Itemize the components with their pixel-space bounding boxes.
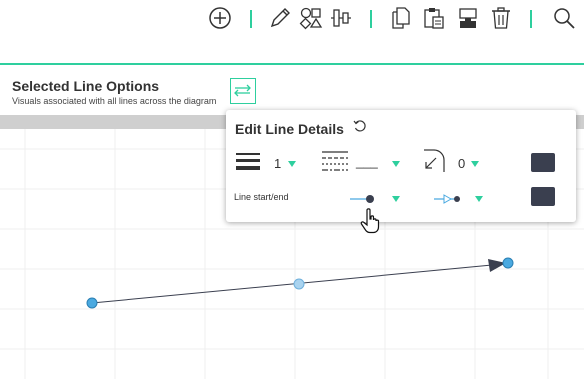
line-arrows-icon (234, 84, 251, 97)
align-distribute-icon[interactable] (329, 6, 353, 30)
toolbar-separator (250, 10, 252, 28)
copy-icon[interactable] (388, 6, 412, 30)
paste-icon[interactable] (422, 6, 446, 30)
toolbar-separator (370, 10, 372, 28)
edit-line-details-popup: Edit Line Details 1 ___ 0 Line start/end (226, 110, 576, 222)
panel-subtitle: Visuals associated with all lines across… (12, 96, 217, 106)
line-weight-dropdown-caret[interactable] (288, 161, 296, 167)
line-start-dropdown-caret[interactable] (392, 196, 400, 202)
line-end-arrow-icon[interactable] (434, 192, 462, 206)
toolbar-separator (530, 10, 532, 28)
corner-radius-dropdown-caret[interactable] (471, 161, 479, 167)
top-toolbar (0, 0, 584, 64)
line-weight-value[interactable]: 1 (274, 156, 281, 171)
connector-line[interactable] (91, 264, 493, 304)
format-painter-icon[interactable] (456, 6, 480, 30)
line-end-color-swatch[interactable] (531, 187, 555, 206)
search-icon[interactable] (552, 6, 576, 30)
line-end-handle[interactable] (502, 257, 514, 269)
reset-icon[interactable] (352, 118, 368, 134)
edit-line-toggle-button[interactable] (230, 78, 256, 104)
trash-icon[interactable] (489, 6, 513, 30)
line-style-icon[interactable] (322, 150, 348, 174)
line-midpoint-handle[interactable] (293, 278, 305, 290)
line-style-dropdown-caret[interactable] (392, 161, 400, 167)
popup-title: Edit Line Details (235, 121, 344, 137)
corner-radius-value[interactable]: 0 (458, 156, 465, 171)
hand-cursor-icon (360, 208, 380, 234)
line-start-end-label: Line start/end (234, 192, 289, 202)
line-weight-icon[interactable] (236, 152, 260, 172)
toolbar-accent-line (0, 63, 584, 65)
corner-radius-icon[interactable] (422, 148, 446, 174)
line-color-swatch[interactable] (531, 153, 555, 172)
line-start-dot-icon[interactable] (350, 192, 376, 206)
shapes-icon[interactable] (299, 6, 323, 30)
panel-title: Selected Line Options (12, 78, 160, 94)
line-style-value[interactable]: ___ (356, 154, 378, 169)
add-circle-icon[interactable] (208, 6, 232, 30)
line-start-handle[interactable] (86, 297, 98, 309)
line-end-dropdown-caret[interactable] (475, 196, 483, 202)
pencil-icon[interactable] (268, 6, 292, 30)
